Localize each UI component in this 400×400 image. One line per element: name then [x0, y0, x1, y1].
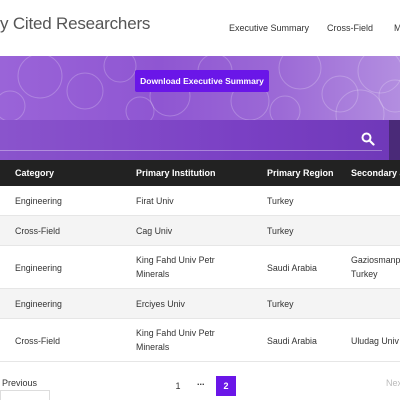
search-icon[interactable] — [361, 132, 375, 146]
cell-institution: King Fahd Univ Petr Minerals — [136, 328, 215, 352]
cell-region: Saudi Arabia — [267, 263, 317, 273]
top-header: y Cited Researchers Executive Summary Cr… — [0, 0, 400, 56]
site-title[interactable]: y Cited Researchers — [0, 14, 150, 34]
pagination: Previous 1 ... 2 Next — [0, 370, 400, 400]
nav-cross-field[interactable]: Cross-Field — [327, 23, 373, 33]
cell-institution: King Fahd Univ Petr Minerals — [136, 255, 215, 279]
search-input-underline — [0, 150, 382, 151]
cell-region: Saudi Arabia — [267, 336, 317, 346]
column-header-primary-region[interactable]: Primary Region — [267, 168, 334, 178]
cell-institution: Erciyes Univ — [136, 299, 185, 309]
cell-institution: Firat Univ — [136, 196, 174, 206]
cell-region: Turkey — [267, 299, 294, 309]
download-executive-summary-button[interactable]: Download Executive Summary — [135, 70, 269, 92]
cell-region: Turkey — [267, 196, 294, 206]
table-row[interactable]: Cross-Field Cag Univ Turkey — [0, 216, 400, 246]
cell-category: Engineering — [15, 263, 62, 273]
column-header-primary-institution[interactable]: Primary Institution — [136, 168, 216, 178]
cell-category: Cross-Field — [15, 226, 60, 236]
cell-category: Engineering — [15, 196, 62, 206]
cell-category: Cross-Field — [15, 336, 60, 346]
column-header-secondary[interactable]: Secondary a — [351, 168, 400, 178]
previous-page-button[interactable]: Previous — [2, 378, 37, 388]
cell-category: Engineering — [15, 299, 62, 309]
cell-institution: Cag Univ — [136, 226, 173, 236]
table-row[interactable]: Engineering Firat Univ Turkey — [0, 186, 400, 216]
column-header-category[interactable]: Category — [15, 168, 54, 178]
table-row[interactable]: Engineering Erciyes Univ Turkey — [0, 289, 400, 319]
previous-button-outline — [0, 390, 50, 400]
cell-secondary: Uludag Univ — [351, 336, 399, 346]
nav-executive-summary[interactable]: Executive Summary — [229, 23, 309, 33]
nav-more[interactable]: M — [394, 23, 400, 33]
table-row[interactable]: Cross-Field King Fahd Univ Petr Minerals… — [0, 319, 400, 362]
cell-secondary: Gaziosmanp Turkey — [351, 255, 400, 279]
hero-banner: Download Executive Summary — [0, 56, 400, 120]
table-row[interactable]: Engineering King Fahd Univ Petr Minerals… — [0, 246, 400, 289]
search-bar-edge — [389, 120, 400, 160]
page-1-button[interactable]: 1 — [168, 376, 188, 396]
next-page-button[interactable]: Next — [386, 378, 400, 388]
search-bar[interactable] — [0, 120, 400, 160]
cell-region: Turkey — [267, 226, 294, 236]
table-header: Category Primary Institution Primary Reg… — [0, 160, 400, 186]
page-2-button[interactable]: 2 — [216, 376, 236, 396]
pagination-ellipsis: ... — [197, 377, 205, 387]
